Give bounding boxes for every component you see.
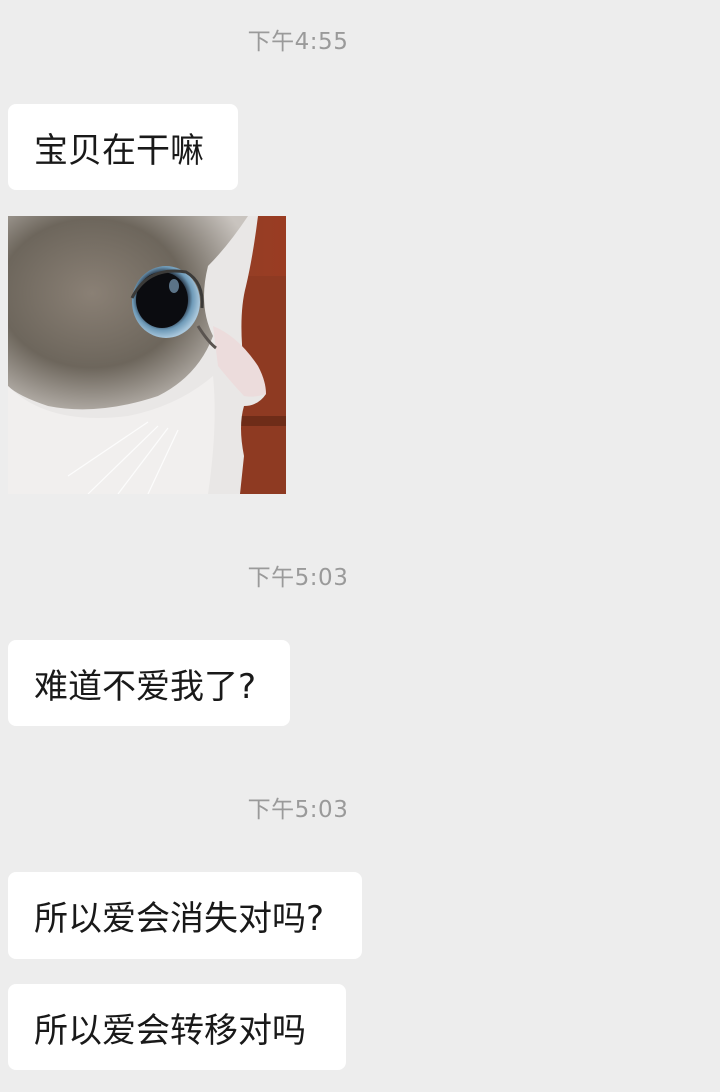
message-text: 所以爱会转移对吗: [34, 1010, 306, 1051]
image-message[interactable]: [8, 216, 286, 494]
message-text: 宝贝在干嘛: [34, 130, 204, 171]
message-bubble[interactable]: 所以爱会消失对吗?: [8, 872, 362, 959]
timestamp: 下午4:55: [247, 29, 349, 55]
message-bubble[interactable]: 难道不爱我了?: [8, 640, 290, 726]
message-text: 难道不爱我了?: [34, 666, 257, 707]
message-text: 所以爱会消失对吗?: [34, 899, 325, 939]
message-bubble[interactable]: 宝贝在干嘛: [8, 104, 238, 190]
timestamp: 下午5:03: [247, 797, 349, 823]
cat-photo-image: [8, 216, 286, 494]
message-bubble[interactable]: 所以爱会转移对吗: [8, 984, 346, 1070]
chat-window: 下午4:55 宝贝在干嘛 下午5:03 难道不爱我了? 下午5:03 所以爱会消…: [0, 0, 720, 1092]
timestamp: 下午5:03: [247, 565, 349, 591]
